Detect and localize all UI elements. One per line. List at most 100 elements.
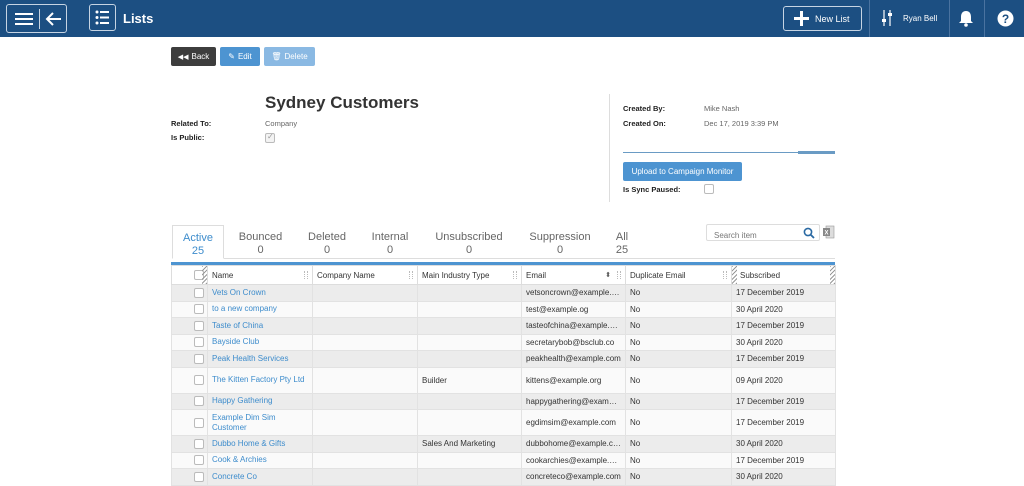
delete-button[interactable]: 🗑 Delete [264, 47, 315, 66]
search-input[interactable] [707, 228, 797, 243]
name-cell[interactable]: Peak Health Services [207, 350, 313, 368]
email-cell: tasteofchina@example.com [521, 317, 626, 335]
table-row[interactable]: Happy Gathering happygathering@example.co… [171, 392, 836, 410]
row-select-cell [171, 333, 208, 351]
column-header-subscribed[interactable]: Subscribed [731, 265, 836, 285]
main-industry-type-cell [417, 409, 522, 436]
duplicate-email-cell: No [625, 317, 732, 335]
tab-label: Unsubscribed [435, 231, 503, 243]
column-grip-icon[interactable] [513, 271, 517, 279]
name-cell[interactable]: The Kitten Factory Pty Ltd [207, 366, 313, 394]
column-resize-handle[interactable] [732, 266, 737, 284]
row-checkbox[interactable] [194, 320, 204, 331]
table-row[interactable]: The Kitten Factory Pty Ltd Builder kittens… [171, 366, 836, 394]
tab-count: 0 [465, 244, 473, 256]
row-checkbox[interactable] [194, 304, 204, 315]
name-cell[interactable]: Example Dim Sim Customer [207, 409, 313, 436]
main-industry-type-cell [417, 300, 522, 318]
table-row[interactable]: Dubbo Home & Gifts Sales And Marketing dub… [171, 435, 836, 453]
column-grip-icon[interactable] [304, 271, 308, 279]
company-name-cell [312, 409, 418, 436]
column-grip-icon[interactable] [617, 271, 621, 279]
tab-all[interactable]: All 25 [609, 225, 635, 259]
row-checkbox[interactable] [194, 438, 204, 449]
tab-suppression[interactable]: Suppression 0 [524, 225, 596, 259]
column-header-company-name[interactable]: Company Name [312, 265, 418, 285]
name-cell[interactable]: Bayside Club [207, 333, 313, 351]
table-row[interactable]: Concrete Co concreteco@example.com No 30 Ap… [171, 468, 836, 486]
menu-toggle-button[interactable] [6, 4, 67, 33]
row-checkbox[interactable] [194, 287, 204, 298]
company-name-cell [312, 451, 418, 469]
edit-button[interactable]: ✎ Edit [220, 47, 260, 66]
tab-deleted[interactable]: Deleted 0 [300, 225, 354, 259]
search-icon[interactable] [803, 227, 815, 239]
row-select-cell [171, 284, 208, 302]
company-name-cell [312, 468, 418, 486]
subscribed-cell: 17 December 2019 [731, 392, 836, 410]
sync-paused-checkbox[interactable] [704, 184, 714, 194]
name-cell[interactable]: Dubbo Home & Gifts [207, 435, 313, 453]
row-checkbox[interactable] [194, 337, 204, 348]
table-row[interactable]: Vets On Crown vetsoncrown@example.com No 17… [171, 284, 836, 302]
table-row[interactable]: Cook & Archies cookarchies@example.com No 1… [171, 451, 836, 469]
tab-bounced[interactable]: Bounced 0 [233, 225, 288, 259]
list-title: Sydney Customers [265, 93, 419, 112]
user-name[interactable]: Ryan Bell [903, 14, 937, 23]
company-name-cell [312, 350, 418, 368]
main-industry-type-cell [417, 451, 522, 469]
table-row[interactable]: Taste of China tasteofchina@example.com No… [171, 317, 836, 335]
sliders-icon[interactable] [881, 10, 893, 26]
topbar-divider [949, 0, 950, 37]
list-members-grid: Name Company Name Main Industry Type Ema… [171, 262, 836, 486]
svg-text:?: ? [1002, 12, 1009, 26]
row-checkbox[interactable] [194, 455, 204, 466]
row-checkbox[interactable] [194, 471, 204, 482]
column-grip-icon[interactable] [409, 271, 413, 279]
new-list-button[interactable]: New List [783, 6, 862, 31]
column-header-email[interactable]: Email ⬍ [521, 265, 626, 285]
name-cell[interactable]: to a new company [207, 300, 313, 318]
name-cell[interactable]: Happy Gathering [207, 392, 313, 410]
bell-icon[interactable] [958, 10, 974, 27]
main-industry-type-cell [417, 350, 522, 368]
help-icon[interactable]: ? [997, 10, 1014, 27]
name-cell[interactable]: Taste of China [207, 317, 313, 335]
tab-count: 25 [191, 245, 205, 257]
table-row[interactable]: Bayside Club secretarybob@bsclub.co No 30 A… [171, 333, 836, 351]
duplicate-email-cell: No [625, 300, 732, 318]
email-cell: dubbohome@example.com [521, 435, 626, 453]
name-cell[interactable]: Vets On Crown [207, 284, 313, 302]
row-checkbox[interactable] [194, 353, 204, 364]
row-checkbox[interactable] [194, 417, 204, 428]
table-row[interactable]: Example Dim Sim Customer egdimsim@example… [171, 409, 836, 436]
name-cell[interactable]: Concrete Co [207, 468, 313, 486]
table-row[interactable]: to a new company test@example.og No 30 Apri… [171, 300, 836, 318]
excel-export-icon[interactable]: X [823, 225, 835, 239]
is-public-checkbox[interactable]: ✓ [265, 132, 275, 143]
duplicate-email-cell: No [625, 333, 732, 351]
row-checkbox[interactable] [194, 396, 204, 407]
upload-campaign-monitor-button[interactable]: Upload to Campaign Monitor [623, 162, 742, 181]
tab-unsubscribed[interactable]: Unsubscribed 0 [428, 225, 510, 259]
column-header-label: Duplicate Email [630, 270, 686, 280]
grid-body: Vets On Crown vetsoncrown@example.com No 17… [171, 284, 836, 486]
sort-arrow-icon[interactable]: ⬍ [605, 271, 611, 279]
email-cell: secretarybob@bsclub.co [521, 333, 626, 351]
email-cell: cookarchies@example.com [521, 451, 626, 469]
name-cell[interactable]: Cook & Archies [207, 451, 313, 469]
column-header-main-industry-type[interactable]: Main Industry Type [417, 265, 522, 285]
subscribed-cell: 30 April 2020 [731, 300, 836, 318]
column-header-name[interactable]: Name [207, 265, 313, 285]
created-by-label: Created By: [623, 104, 666, 113]
back-button[interactable]: ◀◀ Back [171, 47, 216, 66]
tab-active[interactable]: Active 25 [172, 225, 224, 259]
column-grip-icon[interactable] [723, 271, 727, 279]
column-resize-handle[interactable] [202, 266, 207, 284]
table-row[interactable]: Peak Health Services peakhealth@example.c… [171, 350, 836, 368]
tab-internal[interactable]: Internal 0 [364, 225, 416, 259]
column-resize-handle[interactable] [830, 266, 835, 284]
column-header-duplicate-email[interactable]: Duplicate Email [625, 265, 732, 285]
related-to-label: Related To: [171, 119, 212, 128]
row-checkbox[interactable] [194, 375, 204, 385]
